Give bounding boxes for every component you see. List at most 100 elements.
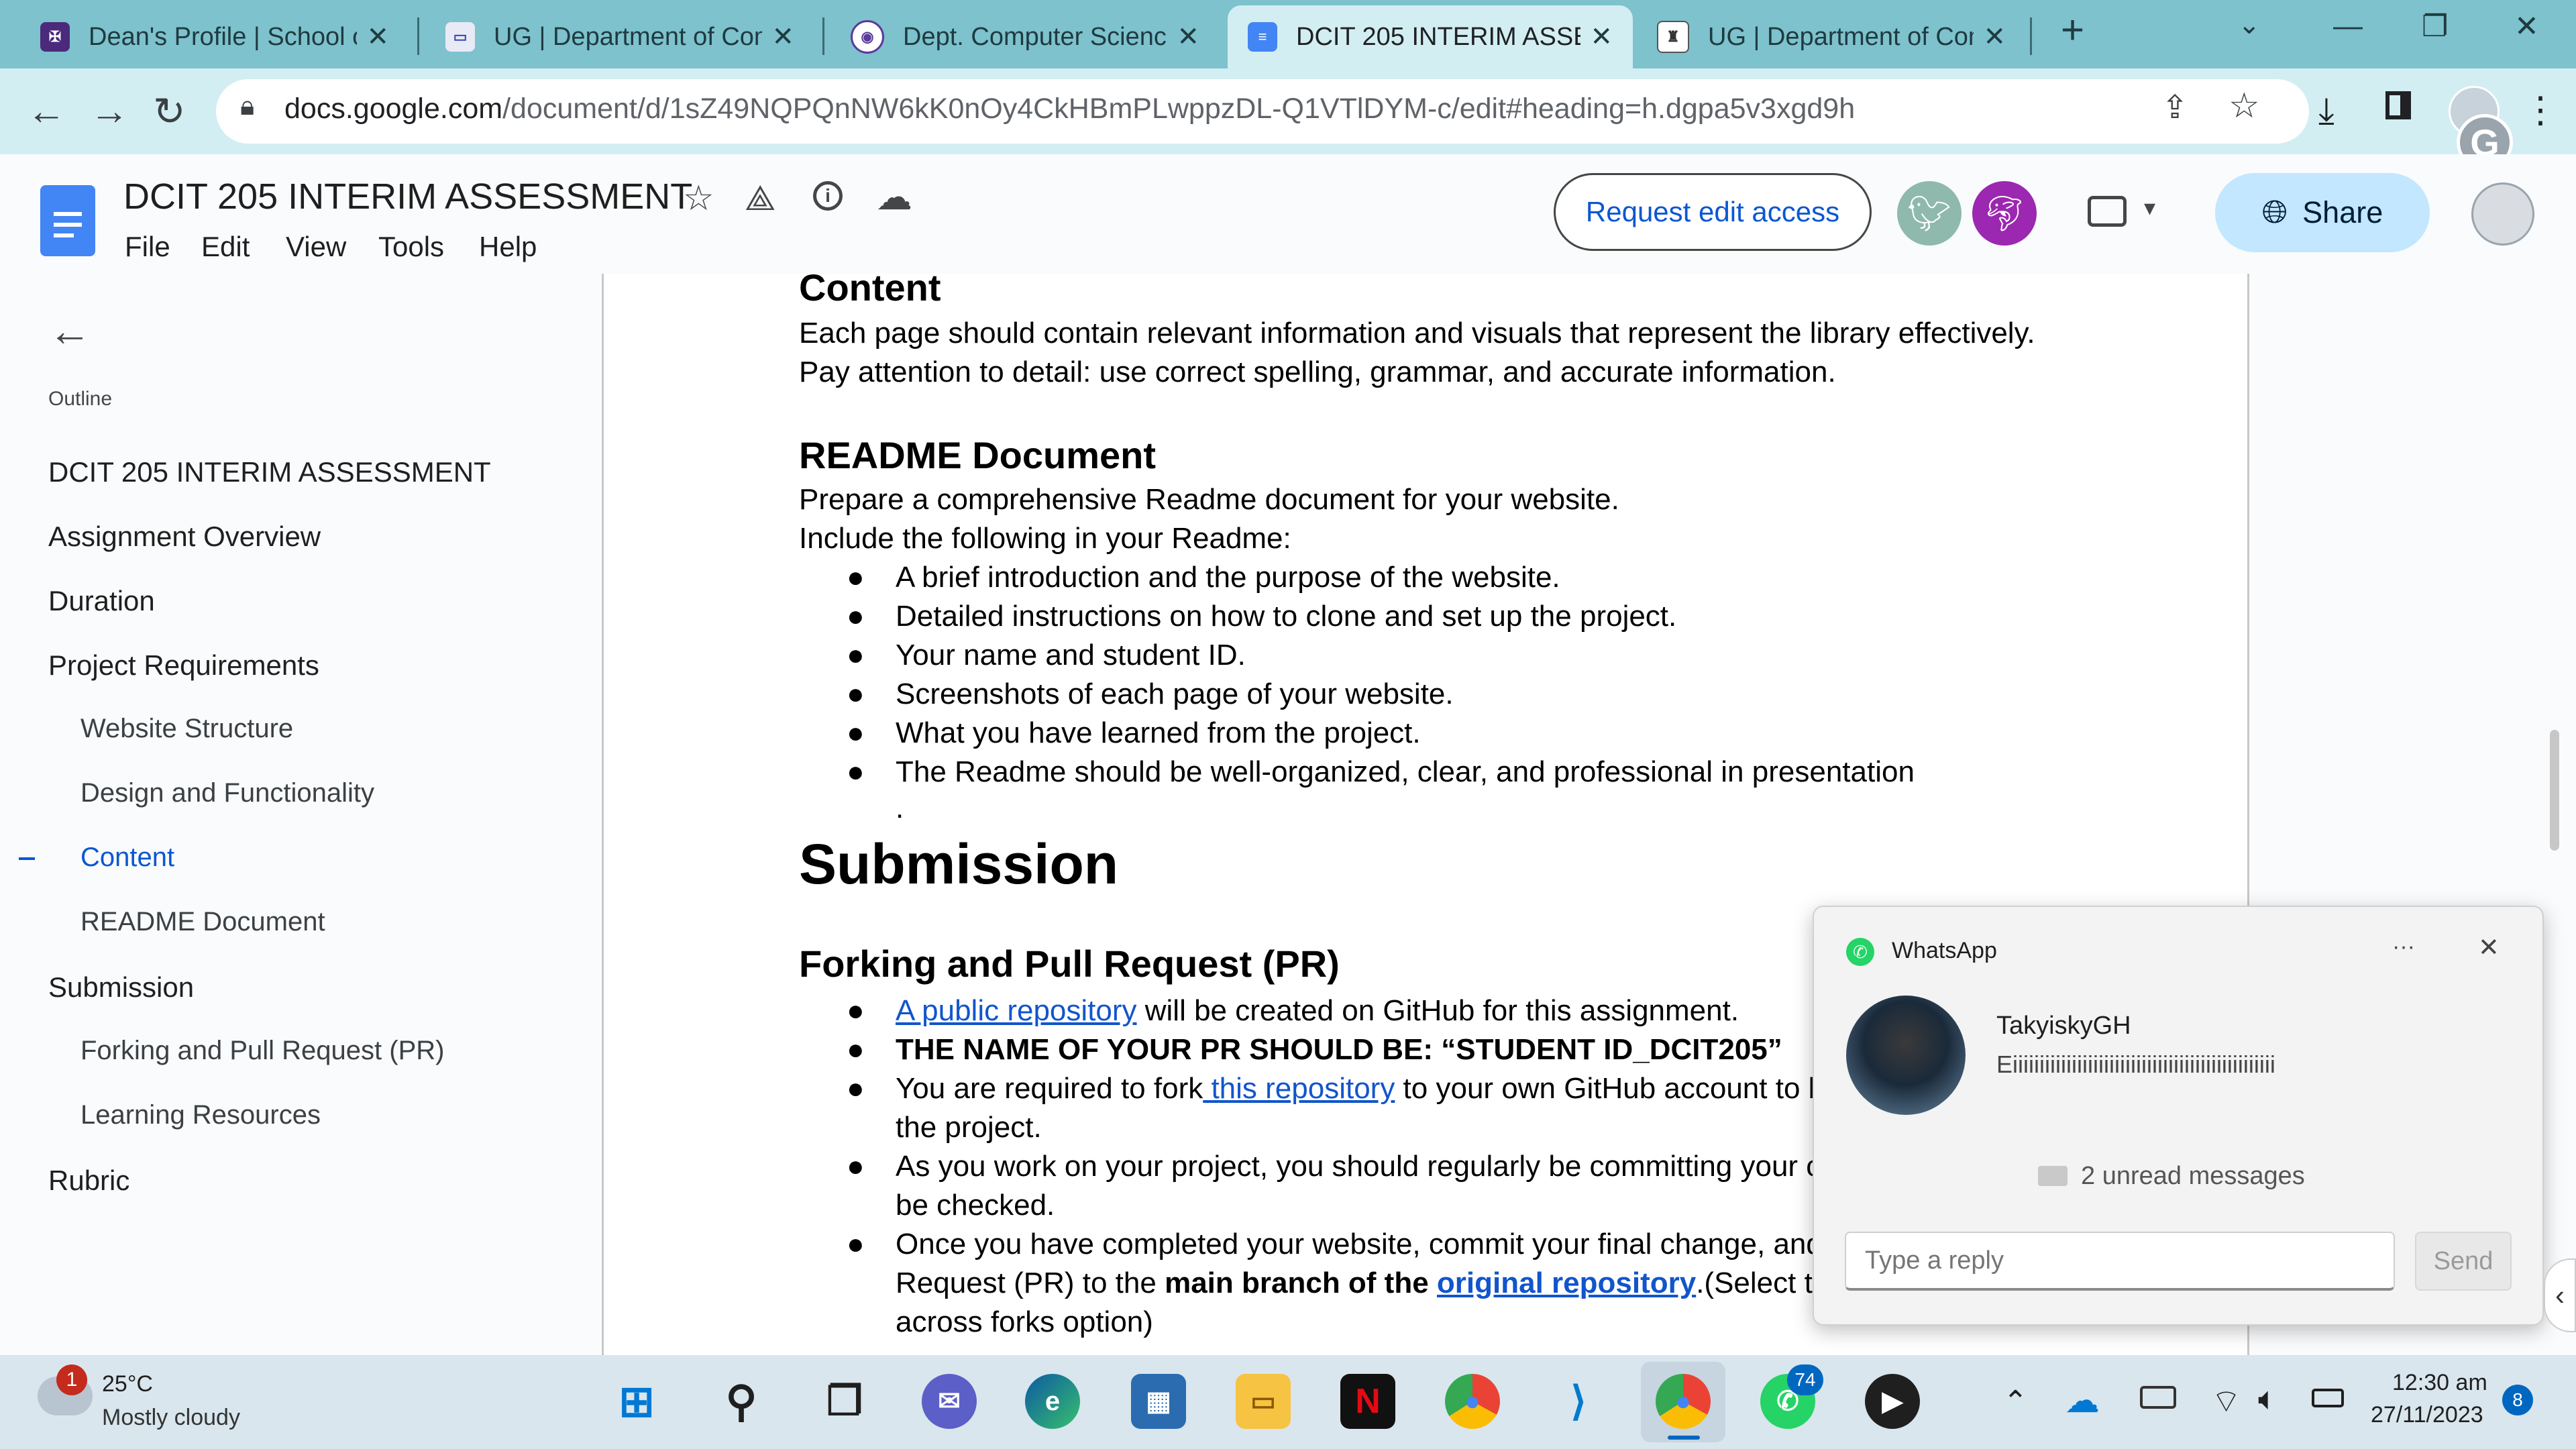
chrome-icon[interactable]: ● bbox=[1656, 1374, 1711, 1429]
minimize-icon[interactable]: — bbox=[2333, 9, 2363, 43]
menu-tools[interactable]: Tools bbox=[378, 231, 444, 263]
close-tab-icon[interactable]: ✕ bbox=[1590, 21, 1613, 52]
microsoft-store-icon[interactable]: ▦ bbox=[1131, 1374, 1186, 1429]
side-panel-collapse-chevron-icon[interactable]: ‹ bbox=[2544, 1258, 2576, 1332]
list-item-text: You are required to fork bbox=[896, 1072, 1203, 1105]
reload-icon[interactable]: ↻ bbox=[153, 89, 186, 134]
cloud-saved-icon[interactable]: ☁ bbox=[876, 176, 912, 218]
star-icon[interactable]: ☆ bbox=[683, 178, 714, 219]
public-repository-link[interactable]: A public repository bbox=[896, 994, 1137, 1027]
outline-item[interactable]: README Document bbox=[80, 907, 325, 937]
move-to-drive-icon[interactable]: ⟁ bbox=[745, 178, 775, 219]
list-item-continuation: Request (PR) to the main branch of the o… bbox=[896, 1267, 1813, 1300]
outline-item[interactable]: Submission bbox=[48, 971, 194, 1004]
close-tab-icon[interactable]: ✕ bbox=[1177, 21, 1199, 52]
wifi-icon[interactable]: ⌔ bbox=[2211, 1381, 2241, 1421]
share-page-icon[interactable]: ⇪ bbox=[2161, 89, 2188, 126]
browser-tab[interactable]: ♜ UG | Department of Com ✕ bbox=[1637, 5, 2026, 68]
back-arrow-icon[interactable]: ← bbox=[27, 89, 66, 133]
account-avatar[interactable] bbox=[2471, 182, 2534, 246]
vscode-icon[interactable]: ⟩ bbox=[1551, 1374, 1606, 1429]
outline-item[interactable]: Website Structure bbox=[80, 714, 293, 744]
notification-count-badge[interactable]: 8 bbox=[2502, 1385, 2533, 1415]
list-item-text: will be created on GitHub for this assig… bbox=[1136, 994, 1739, 1027]
browser-tab[interactable]: ◉ Dept. Computer Science ✕ bbox=[830, 5, 1220, 68]
outline-item-active[interactable]: Content bbox=[80, 843, 174, 873]
menu-view[interactable]: View bbox=[286, 231, 346, 263]
google-docs-logo-icon[interactable] bbox=[40, 185, 95, 256]
share-button[interactable]: 🌐︎ Share bbox=[2215, 173, 2430, 252]
outline-item[interactable]: Duration bbox=[48, 585, 155, 617]
outline-item[interactable]: Assignment Overview bbox=[48, 521, 321, 553]
url-path: /document/d/1sZ49NQPQnNW6kK0nOy4CkHBmPLw… bbox=[502, 93, 1856, 125]
task-view-icon[interactable]: ❐ bbox=[817, 1374, 872, 1429]
weather-description[interactable]: Mostly cloudy bbox=[102, 1405, 240, 1431]
close-tab-icon[interactable]: ✕ bbox=[771, 21, 794, 52]
clock-date[interactable]: 27/11/2023 bbox=[2371, 1402, 2483, 1428]
tab-search-chevron-icon[interactable]: ⌄ bbox=[2238, 9, 2261, 40]
original-repository-link[interactable]: original repository bbox=[1437, 1267, 1696, 1299]
send-button[interactable]: Send bbox=[2415, 1232, 2512, 1291]
share-label: Share bbox=[2302, 195, 2383, 229]
menu-file[interactable]: File bbox=[125, 231, 170, 263]
search-icon[interactable]: ⚲ bbox=[714, 1374, 769, 1429]
outline-item[interactable]: Forking and Pull Request (PR) bbox=[80, 1036, 444, 1066]
anonymous-viewer-avatar-icon[interactable]: 🐦︎ bbox=[1897, 181, 1962, 246]
vertical-scrollbar-thumb[interactable] bbox=[2550, 730, 2559, 851]
browser-menu-icon[interactable]: ⋮ bbox=[2522, 89, 2559, 131]
edge-browser-icon[interactable]: e bbox=[1025, 1374, 1080, 1429]
browser-tab[interactable]: ✠ Dean's Profile | School of ✕ bbox=[20, 5, 409, 68]
forward-arrow-icon[interactable]: → bbox=[90, 89, 129, 133]
outline-item[interactable]: Design and Functionality bbox=[80, 778, 374, 808]
browser-tab-bar: ✠ Dean's Profile | School of ✕ ▭ UG | De… bbox=[0, 0, 2576, 68]
document-title[interactable]: DCIT 205 INTERIM ASSESSMENT bbox=[123, 176, 692, 217]
outline-item[interactable]: Project Requirements bbox=[48, 649, 319, 682]
netflix-icon[interactable]: N bbox=[1340, 1374, 1395, 1429]
side-panel-icon[interactable] bbox=[2385, 91, 2411, 119]
keyboard-icon[interactable] bbox=[2140, 1386, 2176, 1409]
reply-input[interactable] bbox=[1845, 1232, 2395, 1291]
outline-item[interactable]: Learning Resources bbox=[80, 1100, 321, 1130]
bullet-icon: ● bbox=[847, 639, 865, 672]
chrome-profile-icon[interactable]: ● bbox=[1445, 1374, 1500, 1429]
show-hidden-icons-chevron-icon[interactable]: ⌃ bbox=[2003, 1385, 2028, 1419]
download-icon[interactable]: ⤓ bbox=[2318, 90, 2334, 132]
active-outline-marker bbox=[19, 857, 35, 860]
meet-camera-icon[interactable] bbox=[2088, 196, 2127, 227]
volume-icon[interactable]: 🔈︎ bbox=[2258, 1381, 2277, 1418]
document-info-icon[interactable]: i bbox=[813, 181, 843, 211]
back-arrow-icon[interactable]: ← bbox=[48, 306, 91, 356]
browser-tab-active[interactable]: ≡ DCIT 205 INTERIM ASSES ✕ bbox=[1228, 5, 1633, 68]
tab-divider bbox=[822, 17, 824, 55]
browser-tab[interactable]: ▭ UG | Department of Com ✕ bbox=[425, 5, 814, 68]
meet-dropdown-icon[interactable]: ▾ bbox=[2144, 195, 2155, 221]
more-options-icon[interactable]: ··· bbox=[2392, 934, 2415, 960]
outline-item[interactable]: DCIT 205 INTERIM ASSESSMENT bbox=[48, 456, 491, 488]
bookmark-star-icon[interactable]: ☆ bbox=[2229, 86, 2260, 126]
windows-start-icon[interactable]: ⊞ bbox=[609, 1374, 664, 1429]
onedrive-cloud-icon[interactable]: ☁ bbox=[2065, 1381, 2100, 1421]
menu-help[interactable]: Help bbox=[479, 231, 537, 263]
university-crest-icon: ✠ bbox=[40, 22, 70, 52]
battery-icon[interactable] bbox=[2312, 1389, 2344, 1407]
menu-edit[interactable]: Edit bbox=[201, 231, 250, 263]
whatsapp-icon: ✆ bbox=[1846, 938, 1874, 966]
bullet-icon: ● bbox=[847, 716, 865, 749]
new-tab-icon[interactable]: + bbox=[2061, 7, 2084, 53]
close-window-icon[interactable]: ✕ bbox=[2514, 9, 2539, 44]
anonymous-viewer-avatar-icon[interactable]: 🐬︎ bbox=[1972, 181, 2037, 246]
paragraph: Include the following in your Readme: bbox=[799, 522, 1291, 555]
close-tab-icon[interactable]: ✕ bbox=[366, 21, 389, 52]
weather-temperature[interactable]: 25°C bbox=[102, 1371, 153, 1397]
teams-chat-icon[interactable]: ✉ bbox=[922, 1374, 977, 1429]
whatsapp-notification[interactable]: ✆ WhatsApp ··· ✕ TakyiskyGH Eiiiiiiiiiii… bbox=[1813, 906, 2544, 1326]
outline-item[interactable]: Rubric bbox=[48, 1165, 129, 1197]
file-explorer-icon[interactable]: ▭ bbox=[1236, 1374, 1291, 1429]
clock-time[interactable]: 12:30 am bbox=[2392, 1370, 2487, 1396]
media-player-icon[interactable]: ▶ bbox=[1865, 1374, 1920, 1429]
restore-window-icon[interactable]: ❐ bbox=[2422, 9, 2448, 44]
close-notification-icon[interactable]: ✕ bbox=[2478, 932, 2500, 963]
close-tab-icon[interactable]: ✕ bbox=[1983, 21, 2006, 52]
this-repository-link[interactable]: this repository bbox=[1203, 1072, 1395, 1105]
request-edit-access-button[interactable]: Request edit access bbox=[1554, 173, 1872, 251]
